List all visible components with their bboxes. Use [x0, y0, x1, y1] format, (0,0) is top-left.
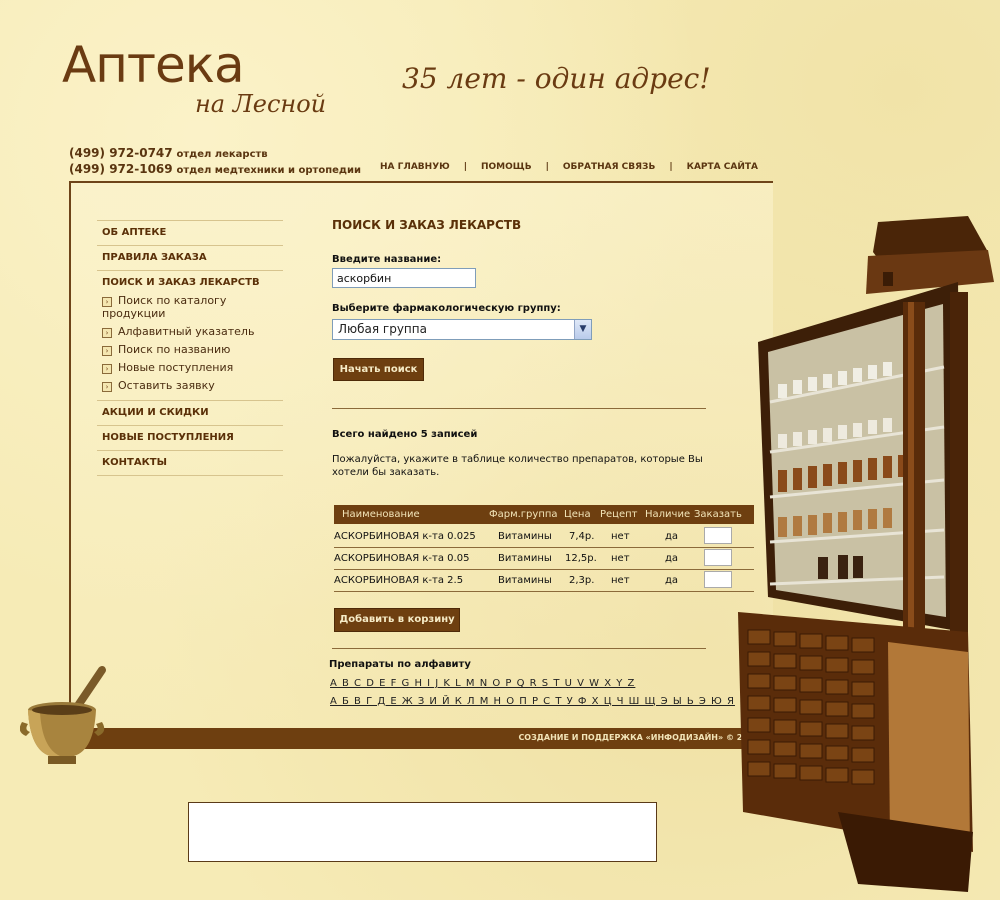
group-field-label: Выберите фармакологическую группу:: [332, 303, 561, 314]
divider: [332, 648, 706, 649]
chevron-down-icon[interactable]: ▼: [574, 320, 591, 339]
nav-feedback[interactable]: ОБРАТНАЯ СВЯЗЬ: [563, 162, 655, 172]
main-content: ПОИСК И ЗАКАЗ ЛЕКАРСТВ: [332, 218, 712, 232]
col-order: Заказать: [694, 509, 742, 520]
slogan: 35 лет - один адрес!: [402, 62, 711, 95]
group-select[interactable]: Любая группа ▼: [332, 319, 592, 340]
table-row: АСКОРБИНОВАЯ к-та 2.5 Витамины 2,3р. нет…: [334, 570, 754, 592]
phone-block: (499) 972-0747 отдел лекарств (499) 972-…: [69, 146, 361, 178]
sidebar-item-promotions[interactable]: АКЦИИ И СКИДКИ: [97, 400, 283, 425]
arrow-box-icon: ›: [102, 346, 112, 356]
sidebar-subitem-new[interactable]: › Новые поступления: [97, 359, 283, 377]
table-row: АСКОРБИНОВАЯ к-та 0.05 Витамины 12,5р. н…: [334, 548, 754, 570]
nav-separator: |: [545, 162, 549, 172]
page-title: ПОИСК И ЗАКАЗ ЛЕКАРСТВ: [332, 218, 522, 232]
sidebar-item-new-arrivals[interactable]: НОВЫЕ ПОСТУПЛЕНИЯ: [97, 425, 283, 450]
col-group: Фарм.группа: [489, 509, 558, 520]
name-field-label: Введите название:: [332, 254, 442, 265]
sidebar-subitem-request[interactable]: › Оставить заявку: [97, 377, 283, 400]
sidebar-subitem-label: Поиск по названию: [118, 343, 231, 356]
arrow-box-icon: ›: [102, 328, 112, 338]
drug-name-input[interactable]: аскорбин: [332, 268, 476, 288]
phone-label-1: отдел лекарств: [176, 149, 268, 160]
search-button[interactable]: Начать поиск: [333, 358, 424, 381]
cell-recipe: нет: [611, 531, 630, 542]
logo-subtitle: на Лесной: [195, 90, 327, 118]
cell-recipe: нет: [611, 553, 630, 564]
sidebar-subitem-label: Новые поступления: [118, 361, 234, 374]
phone-label-2: отдел медтехники и ортопедии: [176, 165, 361, 176]
col-name: Наименование: [342, 509, 420, 520]
quantity-input[interactable]: [704, 571, 732, 588]
col-stock: Наличие: [645, 509, 691, 520]
cell-price: 7,4р.: [569, 531, 595, 542]
quantity-input[interactable]: [704, 527, 732, 544]
sidebar-item-order-rules[interactable]: ПРАВИЛА ЗАКАЗА: [97, 245, 283, 270]
cell-group: Витамины: [498, 531, 552, 542]
sidebar-item-contacts[interactable]: КОНТАКТЫ: [97, 450, 283, 476]
cell-stock: да: [665, 553, 679, 564]
arrow-box-icon: ›: [102, 364, 112, 374]
hint-text-line2: хотели бы заказать.: [332, 467, 440, 478]
cell-stock: да: [665, 531, 679, 542]
nav-sitemap[interactable]: КАРТА САЙТА: [687, 162, 758, 172]
sidebar-item-about[interactable]: ОБ АПТЕКЕ: [97, 220, 283, 245]
nav-separator: |: [669, 162, 673, 172]
sidebar-subitem-label: Алфавитный указатель: [118, 325, 255, 338]
cell-name: АСКОРБИНОВАЯ к-та 0.025: [334, 531, 476, 542]
add-to-cart-button[interactable]: Добавить в корзину: [334, 608, 460, 632]
nav-home[interactable]: НА ГЛАВНУЮ: [380, 162, 450, 172]
logo-title[interactable]: Аптека: [62, 36, 245, 94]
copyright[interactable]: СОЗДАНИЕ И ПОДДЕРЖКА «ИНФОДИЗАЙН» © 2007: [518, 733, 759, 742]
sidebar-subitem-label: Оставить заявку: [118, 379, 215, 392]
found-count: Всего найдено 5 записей: [332, 429, 478, 440]
col-recipe: Рецепт: [600, 509, 638, 520]
latin-alphabet-links[interactable]: A B C D E F G H I J K L M N O P Q R S T …: [330, 678, 635, 689]
cell-group: Витамины: [498, 575, 552, 586]
apothecary-cabinet-image: [738, 216, 994, 892]
sidebar-menu: ОБ АПТЕКЕ ПРАВИЛА ЗАКАЗА ПОИСК И ЗАКАЗ Л…: [97, 220, 283, 476]
sidebar-item-search-order[interactable]: ПОИСК И ЗАКАЗ ЛЕКАРСТВ: [97, 270, 283, 292]
col-price: Цена: [564, 509, 591, 520]
top-navigation: НА ГЛАВНУЮ | ПОМОЩЬ | ОБРАТНАЯ СВЯЗЬ | КАРТА С…: [380, 162, 758, 172]
hint-text-line1: Пожалуйста, укажите в таблице количество…: [332, 454, 703, 465]
sidebar-subitem-by-name[interactable]: › Поиск по названию: [97, 341, 283, 359]
arrow-box-icon: ›: [102, 382, 112, 392]
cyrillic-alphabet-links[interactable]: А Б В Г Д Е Ж З И Й К Л М Н О П Р С Т У …: [330, 696, 735, 707]
arrow-box-icon: ›: [102, 297, 112, 307]
nav-separator: |: [463, 162, 467, 172]
phone-number-1: (499) 972-0747: [69, 146, 173, 160]
cell-stock: да: [665, 575, 679, 586]
cell-group: Витамины: [498, 553, 552, 564]
results-table-header: Наименование Фарм.группа Цена Рецепт Нал…: [334, 505, 754, 524]
nav-help[interactable]: ПОМОЩЬ: [481, 162, 532, 172]
cell-price: 12,5р.: [565, 553, 597, 564]
alphabet-title: Препараты по алфавиту: [329, 659, 471, 670]
group-select-value: Любая группа: [338, 322, 427, 336]
cell-recipe: нет: [611, 575, 630, 586]
blank-banner-box: [188, 802, 657, 862]
mortar-pestle-image: [20, 666, 106, 764]
table-row: АСКОРБИНОВАЯ к-та 0.025 Витамины 7,4р. н…: [334, 526, 754, 548]
footer-bar: СОЗДАНИЕ И ПОДДЕРЖКА «ИНФОДИЗАЙН» © 2007: [69, 728, 769, 749]
phone-number-2: (499) 972-1069: [69, 162, 173, 176]
cell-name: АСКОРБИНОВАЯ к-та 0.05: [334, 553, 470, 564]
cell-price: 2,3р.: [569, 575, 595, 586]
sidebar-subitem-catalog[interactable]: › Поиск по каталогу продукции: [97, 292, 283, 323]
sidebar-subitem-alphabet[interactable]: › Алфавитный указатель: [97, 323, 283, 341]
quantity-input[interactable]: [704, 549, 732, 566]
divider: [332, 408, 706, 409]
sidebar-subitem-label: Поиск по каталогу продукции: [102, 294, 227, 320]
cell-name: АСКОРБИНОВАЯ к-та 2.5: [334, 575, 464, 586]
